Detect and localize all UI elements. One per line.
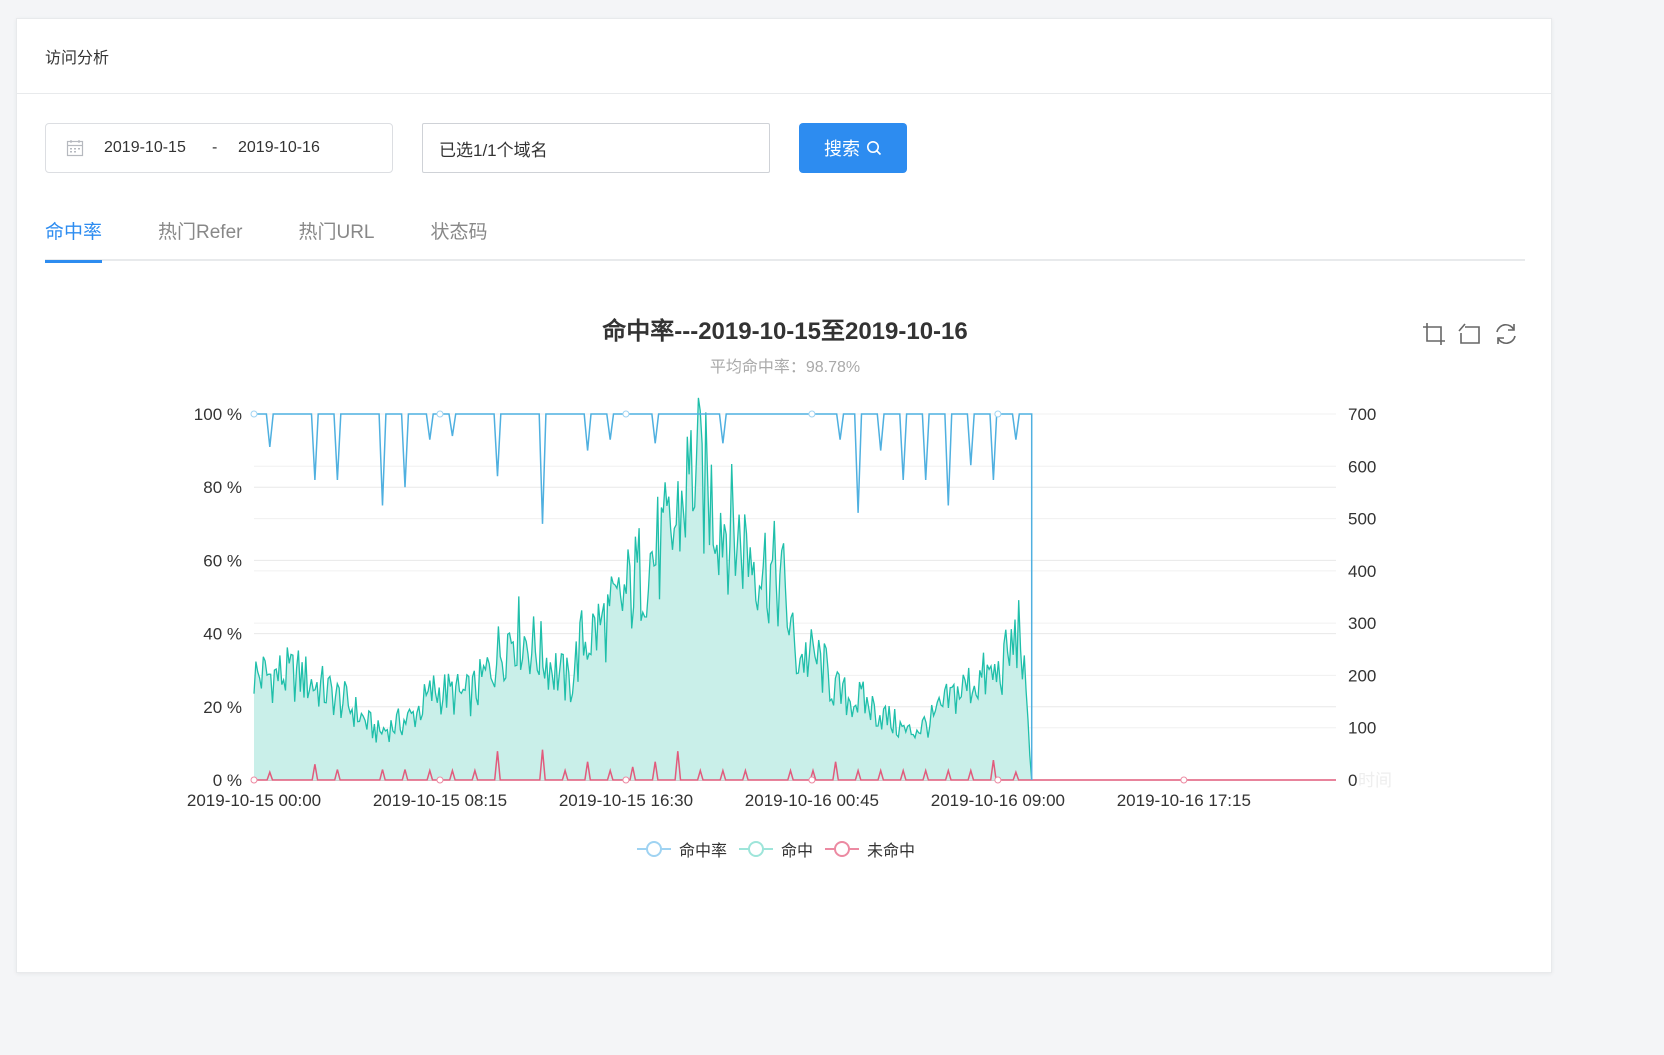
x-tick-label: 2019-10-15 00:00 xyxy=(187,791,321,810)
x-tick-label: 2019-10-16 00:45 xyxy=(745,791,879,810)
y-left-tick-label: 80 % xyxy=(203,478,242,497)
analysis-card: 访问分析 2019-10-15 - 2019-10-16 已选1/1个域名 搜索 xyxy=(16,18,1552,973)
date-separator: - xyxy=(212,139,218,156)
x-axis-name: 时间 xyxy=(1358,771,1392,790)
legend-label-miss: 未命中 xyxy=(867,843,916,860)
card-header: 访问分析 xyxy=(17,19,1551,94)
x-tick-label: 2019-10-16 17:15 xyxy=(1117,791,1251,810)
hit-rate-point xyxy=(994,410,1002,418)
tab-top-refer[interactable]: 热门Refer xyxy=(158,215,242,261)
y-right-tick-label: 200 xyxy=(1348,666,1376,685)
miss-point xyxy=(1180,776,1188,784)
miss-point xyxy=(436,776,444,784)
legend-marker-hit xyxy=(739,841,774,857)
y-right-tick-label: 400 xyxy=(1348,562,1376,581)
y-left-tick-label: 60 % xyxy=(203,551,242,570)
tab-top-url[interactable]: 热门URL xyxy=(298,215,374,261)
domain-select[interactable]: 已选1/1个域名 xyxy=(422,123,770,173)
page-title: 访问分析 xyxy=(45,50,110,67)
calendar-icon xyxy=(66,140,84,157)
search-button[interactable]: 搜索 xyxy=(799,123,907,173)
miss-point xyxy=(622,776,630,784)
tab-status-code[interactable]: 状态码 xyxy=(431,215,488,261)
search-button-label: 搜索 xyxy=(824,139,860,159)
hit-rate-point xyxy=(808,410,816,418)
legend-label-hit: 命中 xyxy=(781,843,814,860)
y-left-tick-label: 0 % xyxy=(213,771,242,790)
x-tick-label: 2019-10-15 08:15 xyxy=(373,791,507,810)
legend-marker-hit-rate xyxy=(637,841,671,857)
x-tick-label: 2019-10-16 09:00 xyxy=(931,791,1065,810)
y-right-tick-label: 700 xyxy=(1348,405,1376,424)
y-left-tick-label: 40 % xyxy=(203,625,242,644)
date-end[interactable]: 2019-10-16 xyxy=(238,139,320,157)
chart-legend: 命中率 命中 未命中 xyxy=(637,837,927,861)
miss-point xyxy=(808,776,816,784)
y-left-tick-label: 20 % xyxy=(203,698,242,717)
chart-area: 命中率---2019-10-15至2019-10-16 平均命中率：98.78%… xyxy=(17,289,1553,929)
y-right-tick-label: 100 xyxy=(1348,719,1376,738)
miss-point xyxy=(250,776,258,784)
legend-item-miss[interactable]: 未命中 xyxy=(825,837,915,861)
date-start[interactable]: 2019-10-15 xyxy=(104,139,212,157)
x-tick-label: 2019-10-15 16:30 xyxy=(559,791,693,810)
hit-rate-point xyxy=(622,410,630,418)
filter-toolbar: 2019-10-15 - 2019-10-16 已选1/1个域名 搜索 xyxy=(45,123,907,173)
hit-area xyxy=(254,397,1032,780)
hit-rate-point xyxy=(250,410,258,418)
y-left-tick-label: 100 % xyxy=(194,405,242,424)
tab-bar: 命中率 热门Refer 热门URL 状态码 xyxy=(45,215,1525,263)
miss-point xyxy=(994,776,1002,784)
domain-select-value: 已选1/1个域名 xyxy=(439,140,548,160)
legend-marker-miss xyxy=(825,841,860,857)
hit-rate-chart[interactable]: 0 % 20 % 40 % 60 % 80 % 100 % 0 100 200 300 400 500… xyxy=(17,289,1553,929)
y-right-tick-label: 500 xyxy=(1348,510,1376,529)
hit-rate-point xyxy=(436,410,444,418)
legend-item-hit[interactable]: 命中 xyxy=(739,837,813,861)
legend-label-hit-rate: 命中率 xyxy=(679,843,728,860)
legend-item-hit-rate[interactable]: 命中率 xyxy=(637,837,727,861)
y-right-tick-label: 0 xyxy=(1348,771,1357,790)
tab-hit-rate[interactable]: 命中率 xyxy=(45,215,103,263)
date-range-picker[interactable]: 2019-10-15 - 2019-10-16 xyxy=(45,123,393,173)
y-right-tick-label: 600 xyxy=(1348,457,1376,476)
y-right-tick-label: 300 xyxy=(1348,614,1376,633)
search-icon xyxy=(867,141,882,156)
